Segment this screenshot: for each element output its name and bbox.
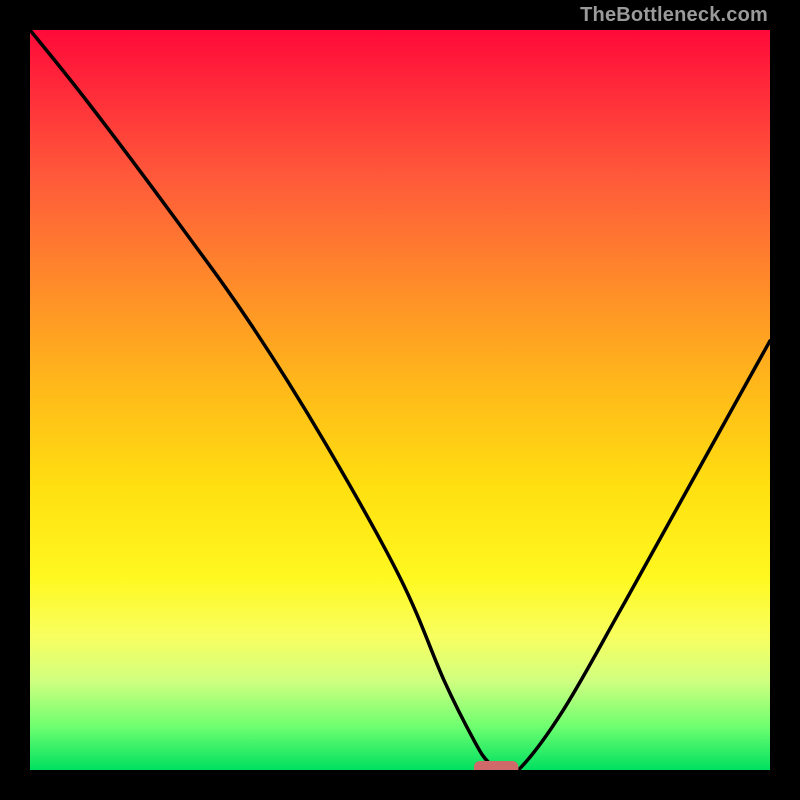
plot-area (30, 30, 770, 770)
chart-frame: TheBottleneck.com (0, 0, 800, 800)
optimum-marker (474, 761, 518, 770)
bottleneck-curve-path (30, 30, 770, 770)
watermark-text: TheBottleneck.com (580, 4, 768, 27)
curve-svg (30, 30, 770, 770)
